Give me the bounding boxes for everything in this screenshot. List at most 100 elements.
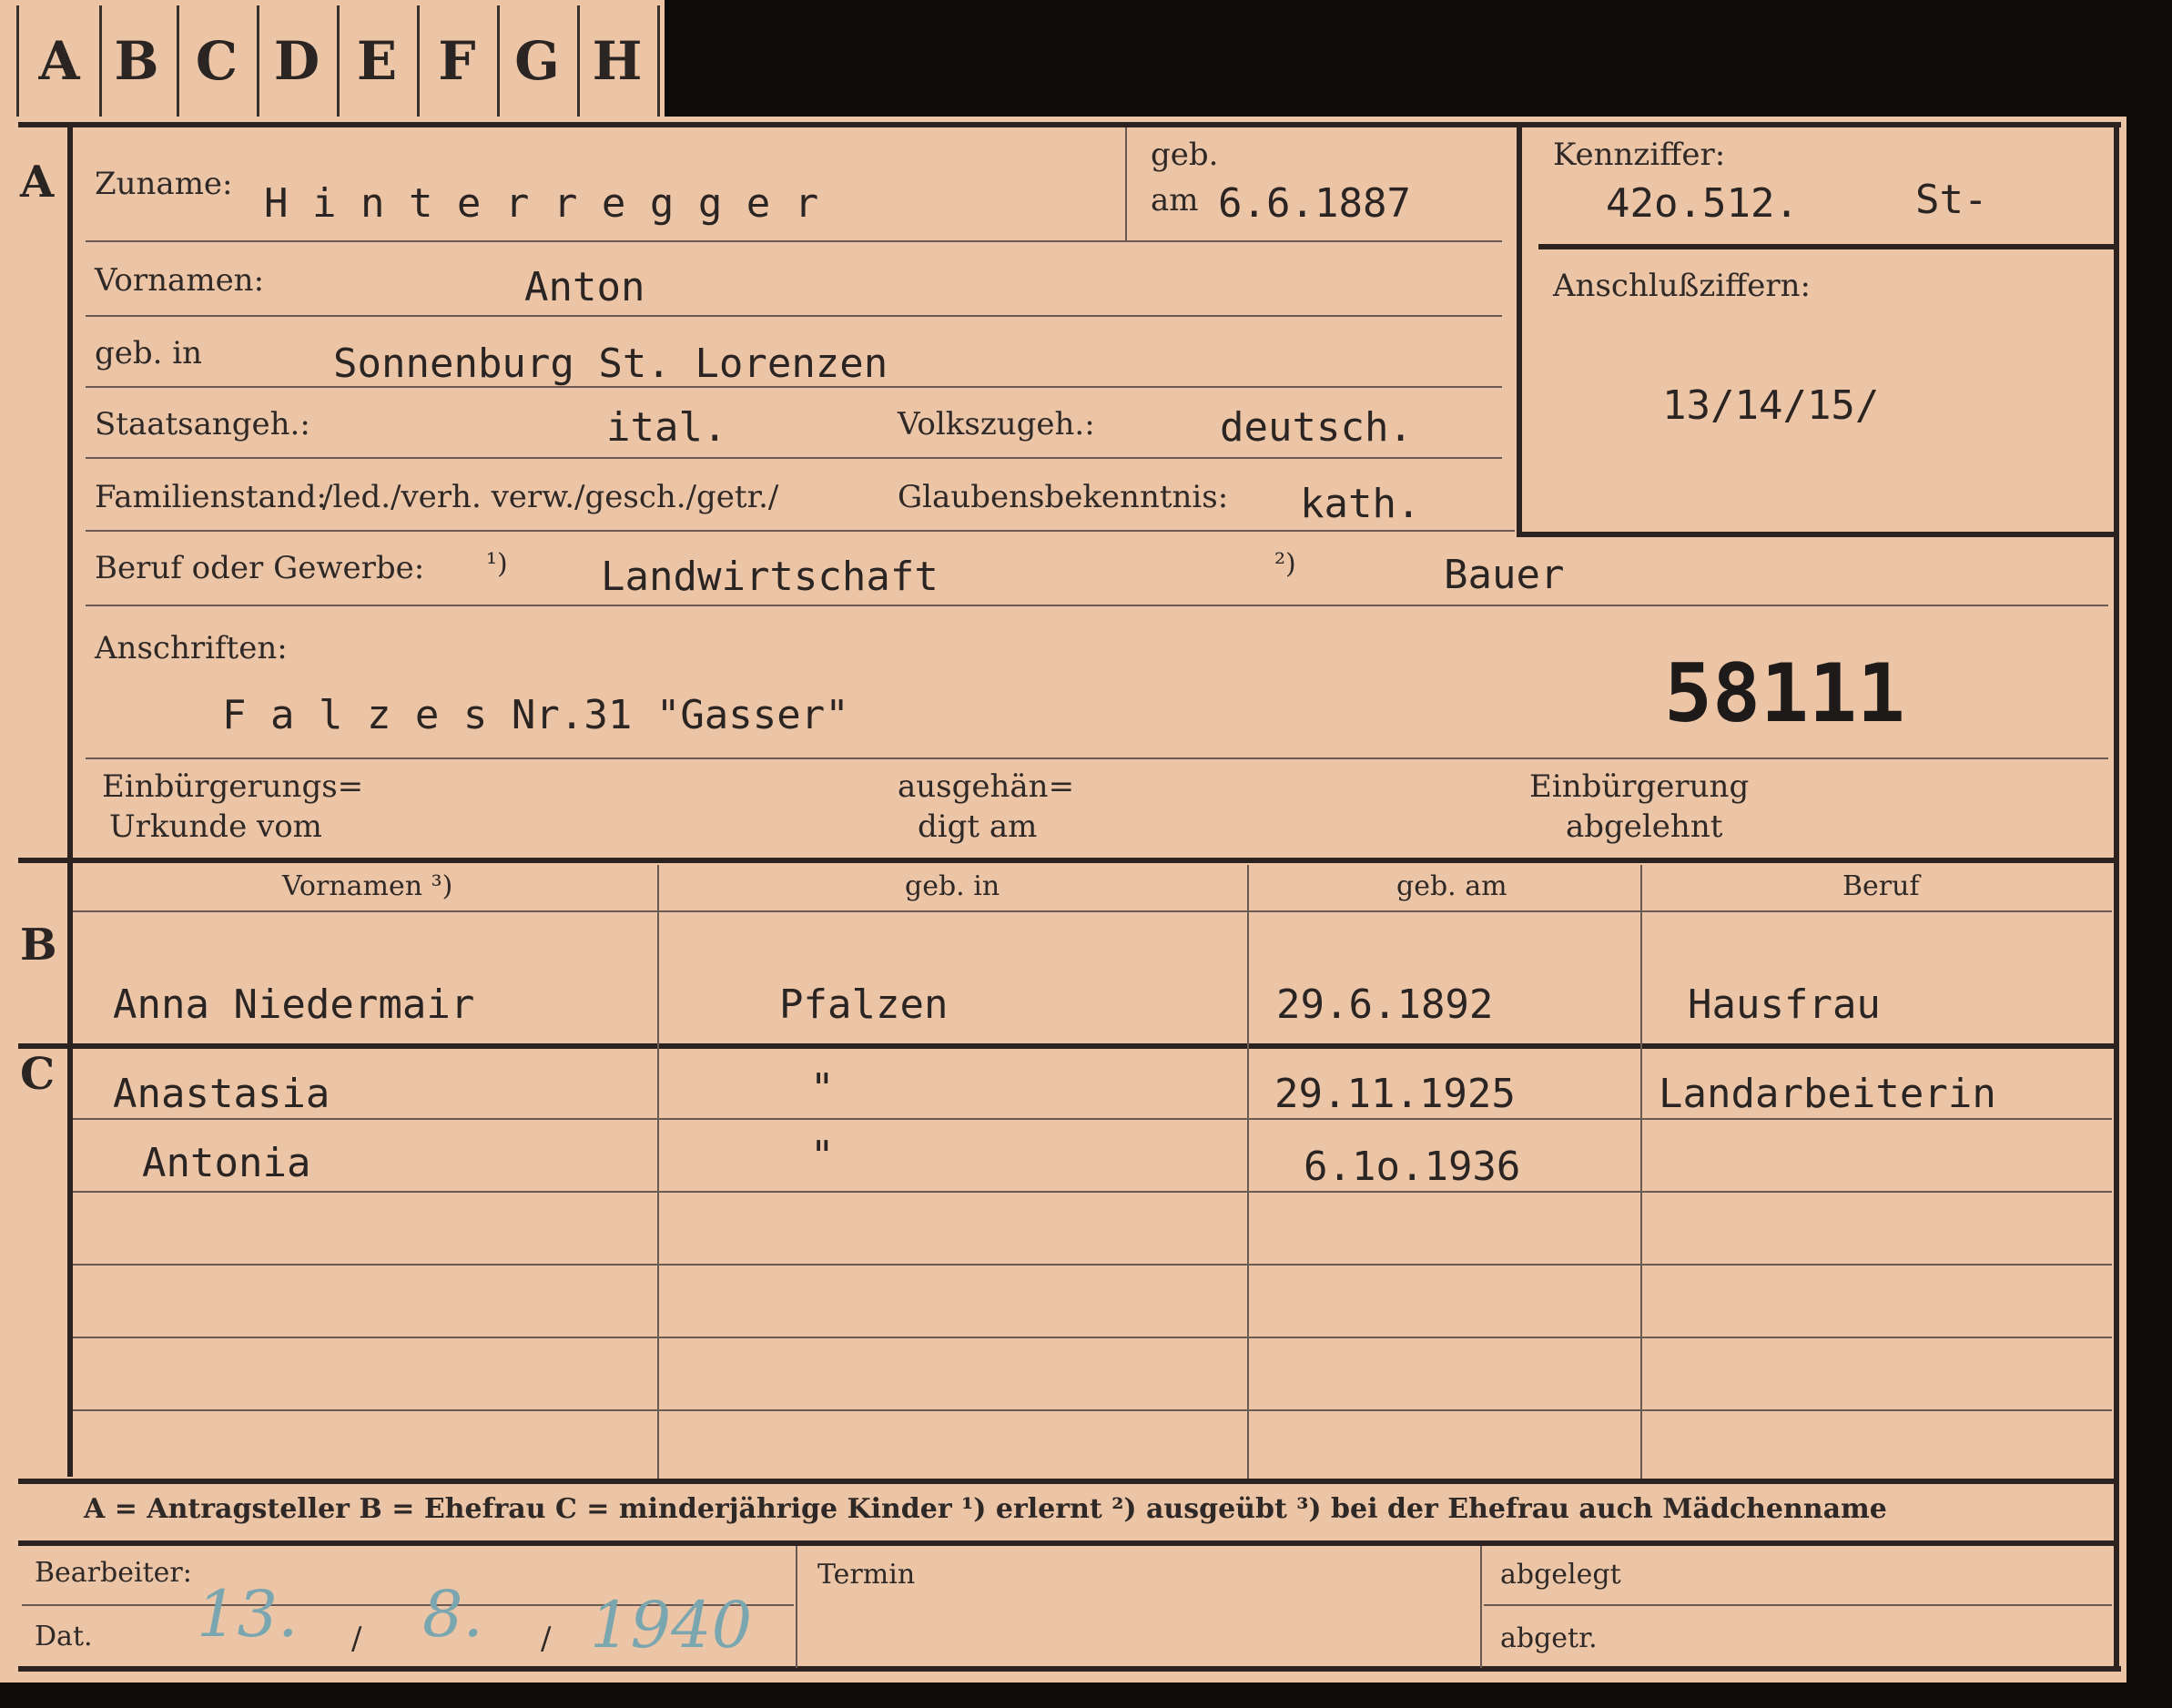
- child-1-geb-am: 29.11.1925: [1274, 1071, 1516, 1117]
- glaubensbekenntnis-value: kath.: [1300, 481, 1421, 527]
- familienstand-value: /led./verh. verw./gesch./getr./: [322, 479, 779, 515]
- anschrift-value: F a l z e s Nr.31 "Gasser": [222, 692, 849, 738]
- legend: A = Antragsteller B = Ehefrau C = minder…: [84, 1493, 1887, 1525]
- tab-e[interactable]: E: [337, 5, 420, 117]
- date-sep-2: /: [541, 1621, 552, 1657]
- termin-label: Termin: [817, 1559, 916, 1591]
- geb-label: geb.: [1151, 137, 1219, 173]
- anschriften-label: Anschriften:: [95, 630, 288, 666]
- header-geb-in: geb. in: [905, 870, 1000, 902]
- tab-c[interactable]: C: [177, 5, 259, 117]
- date-day: 13.: [197, 1577, 299, 1652]
- anschlussziffern-value: 13/14/15/: [1662, 382, 1880, 429]
- tab-b[interactable]: B: [96, 5, 179, 117]
- date-month: 8.: [422, 1577, 483, 1652]
- header-vornamen: Vornamen ³): [282, 870, 453, 902]
- frame-left-rule: [67, 122, 73, 1477]
- bearbeiter-label: Bearbeiter:: [35, 1557, 192, 1589]
- row-line: [73, 1409, 2112, 1411]
- einbuergerung-abgelehnt-label-2: abgelehnt: [1566, 808, 1723, 845]
- abgelegt-label: abgelegt: [1500, 1559, 1621, 1591]
- kennziffer-divider: [1538, 244, 2114, 249]
- spouse-geb-in: Pfalzen: [779, 981, 949, 1028]
- row-line: [86, 315, 1502, 317]
- row-line: [86, 457, 1502, 459]
- row-line: [86, 605, 2108, 606]
- date-year: 1940: [590, 1588, 753, 1662]
- geb-am-label: am: [1151, 182, 1199, 219]
- kennziffer-suffix: St-: [1915, 177, 1988, 223]
- geb-in-label: geb. in: [95, 335, 203, 371]
- zuname-label: Zuname:: [95, 166, 233, 202]
- section-c-top: [18, 1043, 2117, 1049]
- spouse-name: Anna Niedermair: [113, 981, 475, 1028]
- frame-bottom: [18, 1666, 2121, 1672]
- child-2-geb-am: 6.1o.1936: [1304, 1144, 1521, 1190]
- row-line: [73, 1191, 2112, 1193]
- familienstand-label: Familienstand:: [95, 479, 327, 515]
- volkszugeh-value: deutsch.: [1220, 404, 1413, 451]
- row-line: [73, 1337, 2112, 1338]
- section-b-top: [18, 858, 2117, 863]
- col-divider: [657, 865, 659, 1479]
- kennziffer-box-bottom: [1517, 532, 2117, 537]
- row-line: [73, 1118, 2112, 1120]
- tab-d[interactable]: D: [257, 5, 340, 117]
- beruf-ausgeuebt-value: Bauer: [1444, 552, 1565, 598]
- tab-g[interactable]: G: [497, 5, 580, 117]
- beruf-label: Beruf oder Gewerbe:: [95, 550, 425, 586]
- header-geb-am: geb. am: [1396, 870, 1507, 902]
- col-divider: [1247, 865, 1249, 1479]
- section-c-marker: C: [20, 1049, 56, 1100]
- dat-label: Dat.: [35, 1621, 93, 1652]
- date-sep-1: /: [351, 1621, 362, 1657]
- row-line: [86, 757, 2108, 759]
- row-line: [86, 530, 1515, 532]
- geb-am-value: 6.6.1887: [1218, 180, 1411, 227]
- header-line: [73, 910, 2112, 912]
- tab-h[interactable]: H: [577, 5, 660, 117]
- section-a-marker: A: [20, 157, 55, 208]
- kennziffer-box-left: [1517, 122, 1522, 537]
- einbuergerungsurkunde-label-1: Einbürgerungs=: [102, 768, 364, 805]
- ausgehaendigt-label-2: digt am: [918, 808, 1038, 845]
- beruf-erlernt-value: Landwirtschaft: [601, 554, 939, 600]
- abgetr-label: abgetr.: [1500, 1622, 1598, 1654]
- table-bottom: [18, 1479, 2117, 1484]
- footer-top: [18, 1540, 2117, 1546]
- tab-strip: A B C D E F G H: [0, 0, 665, 118]
- col-divider: [1640, 865, 1642, 1479]
- row-line: [73, 1264, 2112, 1266]
- footer-row-line: [1484, 1604, 2112, 1606]
- card-number: 58111: [1664, 646, 1905, 740]
- staatsangeh-value: ital.: [606, 404, 727, 451]
- child-2-geb-in: ": [810, 1133, 835, 1179]
- volkszugeh-label: Volkszugeh.:: [898, 406, 1095, 442]
- einbuergerung-abgelehnt-label-1: Einbürgerung: [1529, 768, 1750, 805]
- zuname-value: H i n t e r r e g g e r: [264, 180, 819, 227]
- child-2-name: Antonia: [142, 1140, 311, 1186]
- anschlussziffern-label: Anschlußziffern:: [1553, 268, 1811, 304]
- section-b-marker: B: [20, 920, 57, 971]
- footer-divider: [1480, 1546, 1482, 1668]
- glaubensbekenntnis-label: Glaubensbekenntnis:: [898, 479, 1229, 515]
- vornamen-value: Anton: [524, 264, 645, 310]
- header-beruf: Beruf: [1842, 870, 1920, 902]
- einbuergerungsurkunde-label-2: Urkunde vom: [109, 808, 322, 845]
- child-1-beruf: Landarbeiterin: [1659, 1071, 1996, 1117]
- row-line: [86, 240, 1502, 242]
- tab-a[interactable]: A: [16, 5, 102, 117]
- spouse-geb-am: 29.6.1892: [1276, 981, 1494, 1028]
- frame-right: [2114, 122, 2119, 1670]
- footer-divider: [796, 1546, 797, 1668]
- row-line: [86, 386, 1502, 388]
- spouse-beruf: Hausfrau: [1688, 981, 1881, 1028]
- tab-f[interactable]: F: [417, 5, 500, 117]
- zuname-divider: [1125, 127, 1127, 240]
- child-1-geb-in: ": [810, 1065, 835, 1112]
- geb-in-value: Sonnenburg St. Lorenzen: [333, 341, 888, 387]
- kennziffer-value: 42o.512.: [1606, 180, 1799, 227]
- footnote-2-mark: ²): [1274, 548, 1296, 580]
- kennziffer-label: Kennziffer:: [1553, 137, 1726, 173]
- vornamen-label: Vornamen:: [95, 262, 265, 299]
